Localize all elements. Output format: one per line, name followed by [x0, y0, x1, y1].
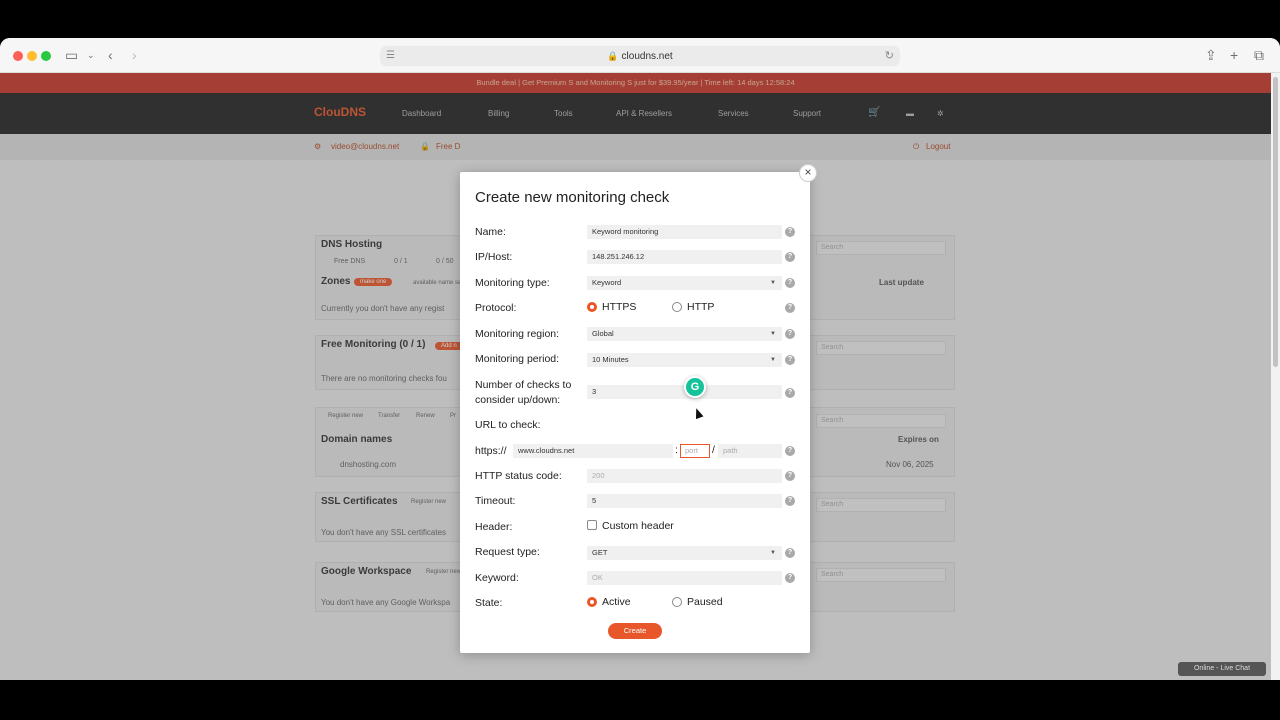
help-icon[interactable]: ?	[785, 278, 795, 288]
page-scrollbar[interactable]	[1271, 73, 1280, 680]
minimize-window-button[interactable]	[27, 51, 37, 61]
new-tab-icon[interactable]: +	[1230, 46, 1238, 64]
host-label: IP/Host:	[475, 251, 513, 263]
address-bar[interactable]: ☰ 🔒 cloudns.net ↻	[380, 46, 900, 66]
monitoring-type-select[interactable]: Keyword	[587, 276, 782, 290]
scrollbar-thumb[interactable]	[1273, 77, 1278, 367]
live-chat-button[interactable]: Online - Live Chat	[1178, 662, 1266, 676]
share-icon[interactable]: ⇪	[1205, 46, 1217, 64]
create-monitoring-modal: × Create new monitoring check Name: Keyw…	[460, 164, 817, 653]
state-active-radio[interactable]	[587, 597, 597, 607]
host-input[interactable]: 148.251.246.12	[587, 250, 782, 264]
help-icon[interactable]: ?	[785, 446, 795, 456]
page-menu-icon[interactable]: ☰	[386, 46, 395, 66]
protocol-https-radio[interactable]	[587, 302, 597, 312]
url-prefix: https://	[475, 445, 507, 457]
custom-header-label[interactable]: Custom header	[602, 520, 674, 532]
help-icon[interactable]: ?	[785, 496, 795, 506]
url-host-input[interactable]: www.cloudns.net	[513, 444, 673, 458]
zoom-window-button[interactable]	[41, 51, 51, 61]
grammarly-icon[interactable]: G	[684, 376, 706, 398]
url-slash: /	[712, 444, 715, 456]
reload-icon[interactable]: ↻	[885, 46, 894, 66]
help-icon[interactable]: ?	[785, 329, 795, 339]
lock-icon: 🔒	[607, 51, 619, 61]
custom-header-checkbox[interactable]	[587, 520, 597, 530]
help-icon[interactable]: ?	[785, 252, 795, 262]
request-type-select[interactable]: GET	[587, 546, 782, 560]
region-select[interactable]: Global	[587, 327, 782, 341]
modal-title: Create new monitoring check	[475, 189, 670, 206]
state-active-label[interactable]: Active	[602, 596, 631, 608]
close-icon[interactable]: ×	[799, 164, 817, 182]
state-label: State:	[475, 597, 503, 609]
keyword-label: Keyword:	[475, 572, 519, 584]
timeout-input[interactable]: 5	[587, 494, 782, 508]
help-icon[interactable]: ?	[785, 548, 795, 558]
web-page: Bundle deal | Get Premium S and Monitori…	[0, 73, 1271, 680]
url-label: URL to check:	[475, 419, 541, 431]
url-port-input[interactable]: port	[680, 444, 710, 458]
name-label: Name:	[475, 226, 506, 238]
checks-label-line2: consider up/down:	[475, 394, 561, 406]
name-input[interactable]: Keyword monitoring	[587, 225, 782, 239]
checks-label-line1: Number of checks to	[475, 379, 572, 391]
browser-toolbar: ▭ ⌄ ‹ › ☰ 🔒 cloudns.net ↻ ⇪ + ⧉	[0, 38, 1280, 73]
close-window-button[interactable]	[13, 51, 23, 61]
chevron-down-icon[interactable]: ⌄	[87, 46, 95, 64]
chevron-left-icon[interactable]: ‹	[108, 46, 113, 64]
protocol-http-radio[interactable]	[672, 302, 682, 312]
period-select[interactable]: 10 Minutes	[587, 353, 782, 367]
help-icon[interactable]: ?	[785, 388, 795, 398]
keyword-input[interactable]: OK	[587, 571, 782, 585]
header-label: Header:	[475, 521, 513, 533]
timeout-label: Timeout:	[475, 495, 516, 507]
status-label: HTTP status code:	[475, 470, 562, 482]
url-colon: :	[675, 444, 678, 456]
screen: ▭ ⌄ ‹ › ☰ 🔒 cloudns.net ↻ ⇪ + ⧉ Bundle de…	[0, 0, 1280, 720]
region-label: Monitoring region:	[475, 328, 560, 340]
request-label: Request type:	[475, 546, 540, 558]
protocol-label: Protocol:	[475, 302, 517, 314]
state-paused-label[interactable]: Paused	[687, 596, 723, 608]
chevron-right-icon[interactable]: ›	[132, 46, 137, 64]
protocol-https-label[interactable]: HTTPS	[602, 301, 636, 313]
help-icon[interactable]: ?	[785, 355, 795, 365]
sidebar-icon[interactable]: ▭	[65, 46, 78, 64]
status-code-input[interactable]: 200	[587, 469, 782, 483]
state-paused-radio[interactable]	[672, 597, 682, 607]
help-icon[interactable]: ?	[785, 573, 795, 583]
tab-overview-icon[interactable]: ⧉	[1254, 46, 1264, 64]
protocol-http-label[interactable]: HTTP	[687, 301, 714, 313]
help-icon[interactable]: ?	[785, 303, 795, 313]
type-label: Monitoring type:	[475, 277, 550, 289]
url-text: cloudns.net	[621, 51, 673, 62]
period-label: Monitoring period:	[475, 353, 560, 365]
help-icon[interactable]: ?	[785, 471, 795, 481]
create-button[interactable]: Create	[608, 623, 662, 639]
help-icon[interactable]: ?	[785, 227, 795, 237]
browser-window: ▭ ⌄ ‹ › ☰ 🔒 cloudns.net ↻ ⇪ + ⧉ Bundle de…	[0, 38, 1280, 680]
url-path-input[interactable]: path	[718, 444, 782, 458]
